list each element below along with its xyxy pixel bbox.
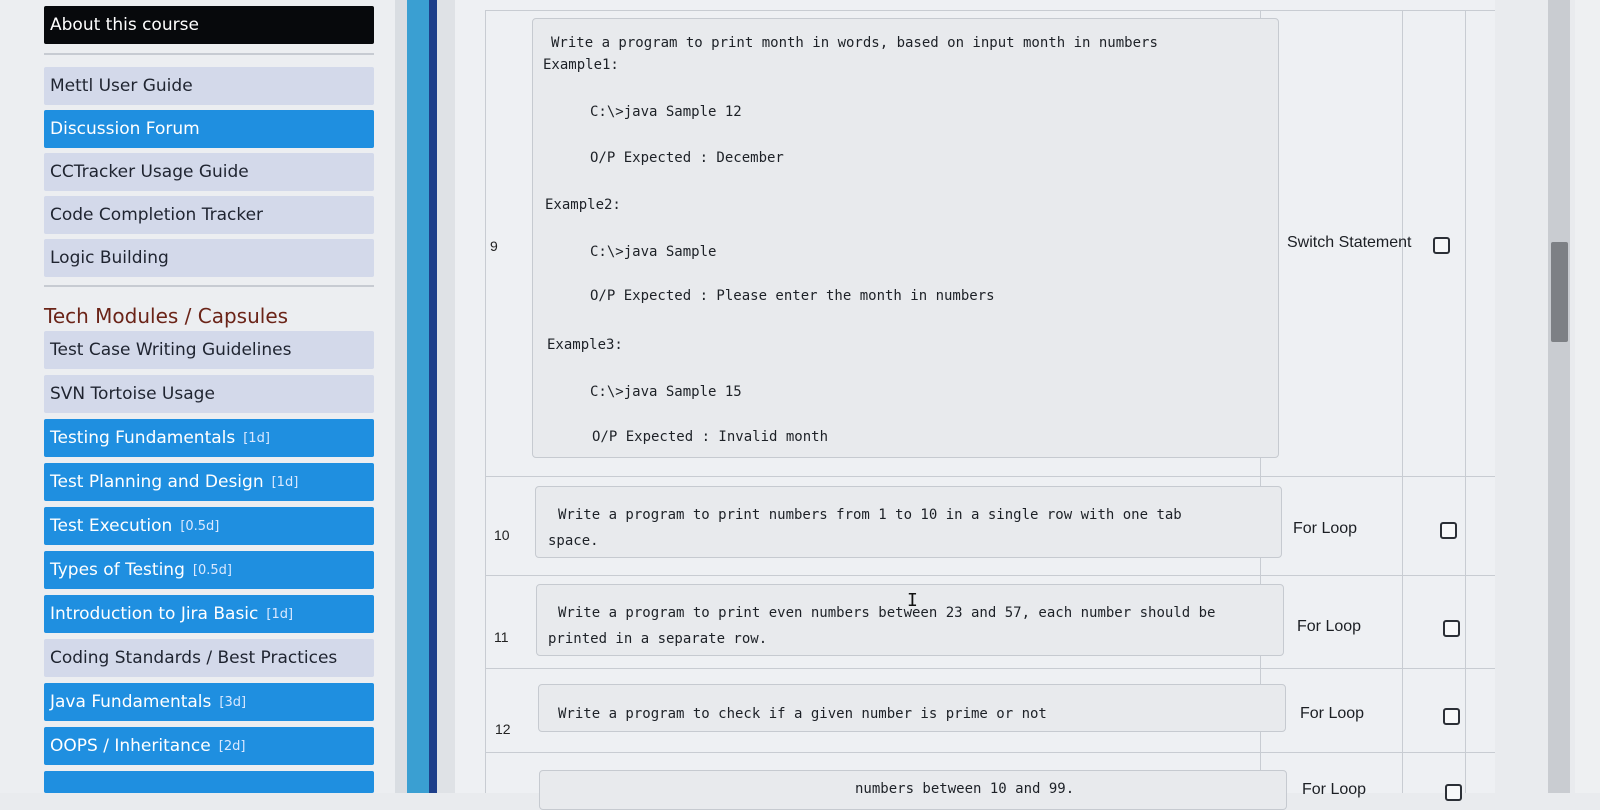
text-cursor-icon: I [907,590,918,611]
row-divider [485,575,1495,576]
duration-badge: [0.5d] [180,518,220,534]
question-text: Write a program to print numbers from 1 … [558,507,1182,523]
row-number: 11 [494,629,509,645]
divider-bar [437,0,455,793]
sidebar-item-discussion-forum[interactable]: Discussion Forum [44,110,374,148]
sidebar-item-label: About this course [50,15,199,35]
question-text: O/P Expected : Invalid month [592,429,829,445]
question-text: Example1: [543,57,619,73]
sidebar-item-label: Logic Building [50,248,169,268]
sidebar-item-label: Test Execution [50,516,173,536]
sidebar-item-java-fundamentals[interactable]: Java Fundamentals [3d] [44,683,374,721]
sidebar-item-label: Discussion Forum [50,119,200,139]
row-divider [485,668,1495,669]
sidebar-item-label: Mettl User Guide [50,76,193,96]
question-text: space. [548,533,599,549]
sidebar: About this course Mettl User Guide Discu… [0,0,395,793]
question-text: C:\>java Sample 12 [590,104,742,120]
question-text: O/P Expected : Please enter the month in… [590,288,995,304]
question-text: C:\>java Sample 15 [590,384,742,400]
table-border [485,10,486,793]
page-edge [1575,0,1600,793]
sidebar-divider [44,53,374,55]
question-text: Write a program to check if a given numb… [558,706,1047,722]
row-divider [485,752,1495,753]
topic-label: For Loop [1297,618,1362,635]
sidebar-divider [44,285,374,287]
divider-bar [395,0,407,793]
sidebar-item-label: Test Case Writing Guidelines [50,340,292,360]
duration-badge: [1d] [243,430,270,446]
topic-label: For Loop [1300,705,1365,722]
sidebar-item-svn-tortoise[interactable]: SVN Tortoise Usage [44,375,374,413]
sidebar-item-mettl-user-guide[interactable]: Mettl User Guide [44,67,374,105]
question-text: Example3: [547,337,623,353]
completion-checkbox[interactable] [1440,522,1457,539]
scrollbar-track[interactable] [1548,0,1570,793]
row-divider [485,476,1495,477]
sidebar-item-label: Types of Testing [50,560,185,580]
scrollbar-thumb[interactable] [1551,242,1568,342]
row-number: 9 [490,238,498,254]
divider-bar-navy [429,0,437,793]
sidebar-item-label: OOPS / Inheritance [50,736,211,756]
duration-badge: [1d] [266,606,294,622]
table-border [1402,10,1403,793]
completion-checkbox[interactable] [1433,237,1450,254]
sidebar-item-testing-fundamentals[interactable]: Testing Fundamentals [1d] [44,419,374,457]
sidebar-item-logic-building[interactable]: Logic Building [44,239,374,277]
duration-badge: [0.5d] [192,562,232,578]
sidebar-item-oops-inheritance[interactable]: OOPS / Inheritance [2d] [44,727,374,765]
sidebar-item-label: Testing Fundamentals [50,428,236,448]
sidebar-item-label: SVN Tortoise Usage [50,384,215,404]
sidebar-item-cctracker-usage-guide[interactable]: CCTracker Usage Guide [44,153,374,191]
duration-badge: [1d] [271,474,299,490]
tech-modules-heading: Tech Modules / Capsules [44,304,289,328]
topic-label: Switch Statement [1287,234,1412,251]
sidebar-item-partial[interactable] [44,771,374,793]
sidebar-item-label: Test Planning and Design [50,472,264,492]
question-text: Write a program to print even numbers be… [558,605,1216,621]
sidebar-item-label: Introduction to Jira Basic [50,604,259,624]
divider-bar-blue [407,0,429,793]
question-text: numbers between 10 and 99. [855,781,1075,797]
sidebar-item-label: Java Fundamentals [50,692,212,712]
question-text: Example2: [545,197,621,213]
question-text: O/P Expected : December [590,150,784,166]
sidebar-item-test-planning[interactable]: Test Planning and Design [1d] [44,463,374,501]
duration-badge: [3d] [219,694,247,710]
sidebar-item-intro-jira[interactable]: Introduction to Jira Basic [1d] [44,595,374,633]
topic-label: For Loop [1302,781,1367,798]
question-text: printed in a separate row. [548,631,768,647]
question-text: C:\>java Sample [590,244,717,260]
question-text: Write a program to print month in words,… [551,35,1158,51]
row-number: 10 [494,527,510,543]
duration-badge: [2d] [218,738,246,754]
sidebar-item-coding-standards[interactable]: Coding Standards / Best Practices [44,639,374,677]
sidebar-item-test-execution[interactable]: Test Execution [0.5d] [44,507,374,545]
sidebar-item-code-completion-tracker[interactable]: Code Completion Tracker [44,196,374,234]
table-border [485,10,1495,11]
sidebar-item-label: Coding Standards / Best Practices [50,648,338,668]
table-border [1465,10,1466,793]
sidebar-item-about-course[interactable]: About this course [44,6,374,44]
topic-label: For Loop [1293,520,1358,537]
sidebar-item-test-case-writing[interactable]: Test Case Writing Guidelines [44,331,374,369]
completion-checkbox[interactable] [1443,708,1460,725]
sidebar-item-label: Code Completion Tracker [50,205,264,225]
row-number: 12 [495,721,511,737]
completion-checkbox[interactable] [1443,620,1460,637]
sidebar-item-label: CCTracker Usage Guide [50,162,249,182]
sidebar-item-types-of-testing[interactable]: Types of Testing [0.5d] [44,551,374,589]
